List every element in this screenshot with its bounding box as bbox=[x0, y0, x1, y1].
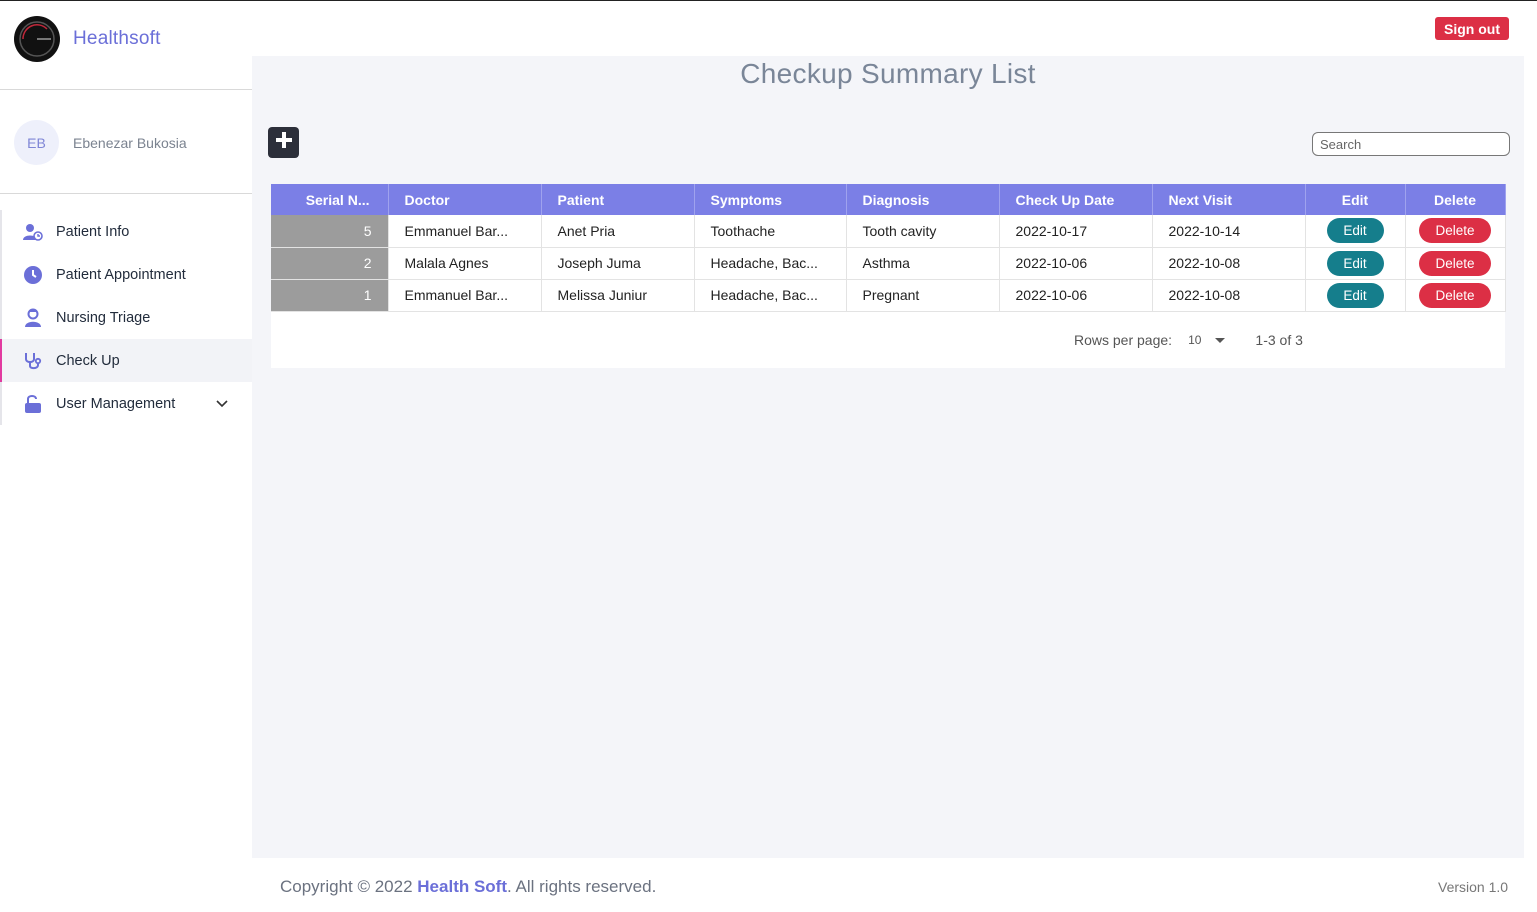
column-header-patient[interactable]: Patient bbox=[541, 184, 695, 215]
sidebar-item-label: User Management bbox=[56, 395, 176, 412]
delete-button[interactable]: Delete bbox=[1419, 218, 1491, 244]
column-header-serial[interactable]: Serial N... bbox=[271, 184, 389, 215]
pagination-range: 1-3 of 3 bbox=[1255, 332, 1303, 348]
sidebar-item-label: Nursing Triage bbox=[56, 309, 151, 326]
copyright-suffix: . All rights reserved. bbox=[507, 877, 657, 896]
cell-checkup-date: 2022-10-06 bbox=[999, 279, 1153, 312]
sidebar-item-label: Patient Info bbox=[56, 223, 130, 240]
pagination: Rows per page: 10 1-3 of 3 bbox=[1074, 332, 1303, 348]
cell-patient: Melissa Juniur bbox=[541, 279, 695, 312]
sidebar-nav: Patient Info Patient Appointment Nursing… bbox=[0, 210, 252, 425]
column-header-checkup-date[interactable]: Check Up Date bbox=[999, 184, 1153, 215]
brand-name: Healthsoft bbox=[73, 28, 161, 49]
sidebar-item-label: Check Up bbox=[56, 352, 120, 369]
footer-copyright: Copyright © 2022 Health Soft. All rights… bbox=[280, 877, 656, 897]
cell-diagnosis: Pregnant bbox=[846, 279, 1000, 312]
cell-doctor: Malala Agnes bbox=[388, 247, 542, 280]
main-content bbox=[252, 56, 1524, 858]
cell-serial: 1 bbox=[271, 279, 389, 312]
cell-edit: Edit bbox=[1305, 215, 1406, 248]
edit-button[interactable]: Edit bbox=[1326, 282, 1384, 308]
delete-button[interactable]: Delete bbox=[1419, 282, 1491, 308]
cell-symptoms: Toothache bbox=[694, 215, 847, 248]
column-header-doctor[interactable]: Doctor bbox=[388, 184, 542, 215]
table-header-row: Serial N... Doctor Patient Symptoms Diag… bbox=[271, 184, 1506, 215]
users-icon bbox=[22, 221, 44, 243]
cell-patient: Joseph Juma bbox=[541, 247, 695, 280]
page-title: Checkup Summary List bbox=[740, 58, 1036, 89]
cell-checkup-date: 2022-10-17 bbox=[999, 215, 1153, 248]
rows-per-page-select[interactable]: 10 bbox=[1188, 333, 1201, 347]
sidebar-item-user-management[interactable]: User Management bbox=[2, 382, 252, 425]
table-row[interactable]: 5 Emmanuel Bar... Anet Pria Toothache To… bbox=[271, 215, 1506, 248]
cell-symptoms: Headache, Bac... bbox=[694, 279, 847, 312]
divider bbox=[0, 193, 252, 194]
cell-delete: Delete bbox=[1405, 279, 1506, 312]
sidebar-item-nursing-triage[interactable]: Nursing Triage bbox=[2, 296, 252, 339]
stethoscope-icon bbox=[22, 350, 44, 372]
column-header-next-visit[interactable]: Next Visit bbox=[1152, 184, 1306, 215]
cell-doctor: Emmanuel Bar... bbox=[388, 215, 542, 248]
unlock-icon bbox=[22, 393, 44, 415]
cell-checkup-date: 2022-10-06 bbox=[999, 247, 1153, 280]
cell-symptoms: Headache, Bac... bbox=[694, 247, 847, 280]
user-profile: EB Ebenezar Bukosia bbox=[14, 120, 187, 165]
cell-next-visit: 2022-10-14 bbox=[1152, 215, 1306, 248]
delete-button[interactable]: Delete bbox=[1419, 250, 1491, 276]
edit-button[interactable]: Edit bbox=[1326, 218, 1384, 244]
cell-diagnosis: Asthma bbox=[846, 247, 1000, 280]
plus-icon bbox=[274, 130, 294, 155]
cell-delete: Delete bbox=[1405, 247, 1506, 280]
cell-next-visit: 2022-10-08 bbox=[1152, 279, 1306, 312]
copyright-prefix: Copyright © 2022 bbox=[280, 877, 418, 896]
cell-next-visit: 2022-10-08 bbox=[1152, 247, 1306, 280]
user-name: Ebenezar Bukosia bbox=[73, 134, 187, 151]
cell-edit: Edit bbox=[1305, 279, 1406, 312]
sidebar: Healthsoft EB Ebenezar Bukosia Patient I… bbox=[0, 1, 252, 912]
cell-doctor: Emmanuel Bar... bbox=[388, 279, 542, 312]
cell-patient: Anet Pria bbox=[541, 215, 695, 248]
chevron-down-icon[interactable] bbox=[216, 396, 228, 412]
dark-circle-logo-icon bbox=[14, 16, 60, 62]
sidebar-item-label: Patient Appointment bbox=[56, 266, 186, 283]
column-header-delete: Delete bbox=[1405, 184, 1506, 215]
cell-diagnosis: Tooth cavity bbox=[846, 215, 1000, 248]
sidebar-item-check-up[interactable]: Check Up bbox=[0, 339, 252, 382]
table-row[interactable]: 2 Malala Agnes Joseph Juma Headache, Bac… bbox=[271, 247, 1506, 280]
checkup-table: Serial N... Doctor Patient Symptoms Diag… bbox=[271, 184, 1506, 312]
cell-serial: 2 bbox=[271, 247, 389, 280]
avatar: EB bbox=[14, 120, 59, 165]
search-input[interactable] bbox=[1312, 132, 1510, 156]
sidebar-item-patient-appointment[interactable]: Patient Appointment bbox=[2, 253, 252, 296]
table-row[interactable]: 1 Emmanuel Bar... Melissa Juniur Headach… bbox=[271, 279, 1506, 312]
brand[interactable]: Healthsoft bbox=[14, 15, 161, 63]
column-header-symptoms[interactable]: Symptoms bbox=[694, 184, 847, 215]
checkup-table-card: Serial N... Doctor Patient Symptoms Diag… bbox=[271, 184, 1506, 368]
footer-brand-link[interactable]: Health Soft bbox=[417, 877, 507, 896]
column-header-edit: Edit bbox=[1305, 184, 1406, 215]
cell-delete: Delete bbox=[1405, 215, 1506, 248]
edit-button[interactable]: Edit bbox=[1326, 250, 1384, 276]
divider bbox=[0, 89, 252, 90]
clock-icon bbox=[22, 264, 44, 286]
column-header-diagnosis[interactable]: Diagnosis bbox=[846, 184, 1000, 215]
add-checkup-button[interactable] bbox=[268, 127, 299, 158]
sign-out-button[interactable]: Sign out bbox=[1435, 17, 1509, 40]
caret-down-icon[interactable] bbox=[1215, 337, 1226, 343]
version-label: Version 1.0 bbox=[1438, 879, 1509, 895]
nurse-icon bbox=[22, 307, 44, 329]
rows-per-page-label: Rows per page: bbox=[1074, 332, 1173, 348]
cell-serial: 5 bbox=[271, 215, 389, 248]
sidebar-item-patient-info[interactable]: Patient Info bbox=[2, 210, 252, 253]
cell-edit: Edit bbox=[1305, 247, 1406, 280]
